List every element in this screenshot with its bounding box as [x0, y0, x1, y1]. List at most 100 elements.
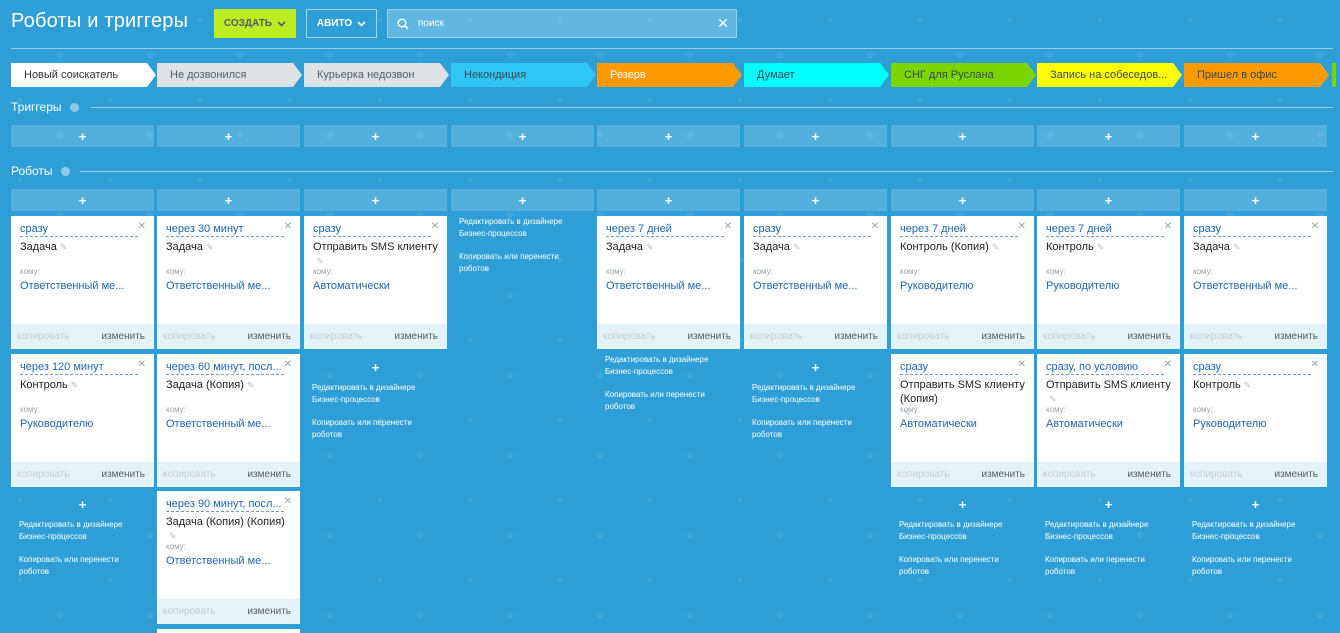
pencil-icon[interactable]: ✎: [1049, 392, 1057, 406]
help-icon[interactable]: [60, 166, 70, 176]
add-trigger-button[interactable]: +: [597, 125, 740, 147]
robot-responsible-link[interactable]: Руководителю: [900, 280, 1028, 292]
add-trigger-button[interactable]: +: [304, 125, 447, 147]
robot-delay-link[interactable]: через 90 минут, посл...: [166, 498, 284, 512]
robot-card[interactable]: ✕ через 7 дней Контроль (Копия) ✎ кому: Руков…: [891, 216, 1034, 349]
copy-robot-button[interactable]: копировать: [163, 469, 216, 480]
robot-responsible-link[interactable]: Руководителю: [1193, 418, 1321, 430]
stage-column-header[interactable]: Запись на собеседов...: [1037, 63, 1182, 87]
copy-move-robots-link[interactable]: Копировать или перенести роботов: [605, 389, 745, 413]
robot-card[interactable]: ✕ через 90 минут, посл... Задача (Копия) (…: [157, 491, 300, 624]
copy-move-robots-link[interactable]: Копировать или перенести роботов: [19, 554, 159, 578]
edit-in-designer-link[interactable]: Редактировать в дизайнере Бизнес-процесс…: [1045, 519, 1185, 543]
close-icon[interactable]: ✕: [724, 222, 732, 232]
robot-card[interactable]: ✕ сразу Задача ✎ кому: Ответственный ме... коп…: [744, 216, 887, 349]
robot-delay-link[interactable]: сразу: [1193, 361, 1311, 375]
stage-column-header[interactable]: Пришел в офис: [1184, 63, 1329, 87]
edit-robot-button[interactable]: изменить: [101, 331, 145, 342]
robot-card[interactable]: ✕ через 30 минут Задача ✎ кому: Ответственный…: [157, 216, 300, 349]
edit-robot-button[interactable]: изменить: [101, 469, 145, 480]
robot-card[interactable]: ✕ сразу Задача ✎ кому: Ответственный ме... коп…: [1184, 216, 1327, 349]
robot-responsible-link[interactable]: Ответственный ме...: [753, 280, 881, 292]
add-robot-button[interactable]: +: [891, 493, 1034, 515]
robot-delay-link[interactable]: сразу, по условию: [1046, 361, 1164, 375]
pencil-icon[interactable]: ✎: [247, 378, 255, 392]
add-trigger-button[interactable]: +: [891, 125, 1034, 147]
robot-responsible-link[interactable]: Ответственный ме...: [606, 280, 734, 292]
add-robot-button[interactable]: +: [744, 356, 887, 378]
edit-in-designer-link[interactable]: Редактировать в дизайнере Бизнес-процесс…: [19, 519, 159, 543]
edit-robot-button[interactable]: изменить: [981, 469, 1025, 480]
pencil-icon[interactable]: ✎: [1244, 378, 1252, 392]
add-robot-button[interactable]: +: [1037, 189, 1180, 211]
edit-robot-button[interactable]: изменить: [247, 469, 291, 480]
stage-column-header[interactable]: Думает: [744, 63, 889, 87]
edit-robot-button[interactable]: изменить: [1127, 469, 1171, 480]
robot-card[interactable]: ✕ через 60 минут, посл... Задача (Копия) ✎ к…: [157, 354, 300, 487]
copy-robot-button[interactable]: копировать: [163, 606, 216, 617]
close-icon[interactable]: ✕: [1164, 360, 1172, 370]
close-icon[interactable]: ✕: [1311, 360, 1319, 370]
edit-robot-button[interactable]: изменить: [981, 331, 1025, 342]
add-robot-button[interactable]: +: [304, 356, 447, 378]
edit-robot-button[interactable]: изменить: [394, 331, 438, 342]
add-robot-button[interactable]: +: [891, 189, 1034, 211]
edit-in-designer-link[interactable]: Редактировать в дизайнере Бизнес-процесс…: [752, 382, 892, 406]
copy-robot-button[interactable]: копировать: [17, 469, 70, 480]
edit-in-designer-link[interactable]: Редактировать в дизайнере Бизнес-процесс…: [1192, 519, 1332, 543]
robot-delay-link[interactable]: сразу: [1193, 223, 1311, 237]
robot-card[interactable]: ✕ через 7 дней Контроль ✎ кому: Руководителю к…: [1037, 216, 1180, 349]
pencil-icon[interactable]: ✎: [71, 378, 79, 392]
add-robot-button[interactable]: +: [744, 189, 887, 211]
copy-robot-button[interactable]: копировать: [750, 331, 803, 342]
edit-robot-button[interactable]: изменить: [687, 331, 731, 342]
edit-in-designer-link[interactable]: Редактировать в дизайнере Бизнес-процесс…: [605, 354, 745, 378]
copy-robot-button[interactable]: копировать: [163, 331, 216, 342]
robot-responsible-link[interactable]: Ответственный ме...: [1193, 280, 1321, 292]
pencil-icon[interactable]: ✎: [1233, 240, 1241, 254]
close-icon[interactable]: ✕: [284, 497, 292, 507]
copy-move-robots-link[interactable]: Копировать или перенести роботов: [1192, 554, 1332, 578]
robot-card[interactable]: ✕ сразу Отправить SMS клиенту (Копия) ✎ кому…: [891, 354, 1034, 487]
add-trigger-button[interactable]: +: [744, 125, 887, 147]
stage-column-header[interactable]: Некондиция: [451, 63, 596, 87]
robot-delay-link[interactable]: через 30 минут: [166, 223, 284, 237]
robot-delay-link[interactable]: через 7 дней: [900, 223, 1018, 237]
edit-in-designer-link[interactable]: Редактировать в дизайнере Бизнес-процесс…: [459, 216, 599, 240]
close-icon[interactable]: ✕: [1311, 222, 1319, 232]
robot-card[interactable]: ✕ через 7 дней Задача ✎ кому: Ответственный м…: [597, 216, 740, 349]
pencil-icon[interactable]: ✎: [1097, 240, 1105, 254]
copy-robot-button[interactable]: копировать: [1043, 469, 1096, 480]
add-robot-button[interactable]: +: [1037, 493, 1180, 515]
edit-robot-button[interactable]: изменить: [247, 331, 291, 342]
clear-search-icon[interactable]: ✕: [710, 15, 736, 32]
add-robot-button[interactable]: +: [597, 189, 740, 211]
close-icon[interactable]: ✕: [871, 222, 879, 232]
robot-delay-link[interactable]: сразу: [313, 223, 431, 237]
copy-robot-button[interactable]: копировать: [897, 331, 950, 342]
close-icon[interactable]: ✕: [431, 222, 439, 232]
robot-card[interactable]: ✕ сразу Отправить SMS клиенту ✎ кому: Автомат…: [304, 216, 447, 349]
copy-move-robots-link[interactable]: Копировать или перенести роботов: [752, 417, 892, 441]
robot-card[interactable]: ✕ сразу, по условию Отправить SMS клиенту ✎…: [1037, 354, 1180, 487]
copy-move-robots-link[interactable]: Копировать или перенести роботов: [312, 417, 452, 441]
robot-responsible-link[interactable]: Ответственный ме...: [166, 280, 294, 292]
add-robot-button[interactable]: +: [11, 493, 154, 515]
close-icon[interactable]: ✕: [1164, 222, 1172, 232]
close-icon[interactable]: ✕: [284, 360, 292, 370]
robot-responsible-link[interactable]: Ответственный ме...: [166, 555, 294, 567]
add-trigger-button[interactable]: +: [11, 125, 154, 147]
stage-column-header[interactable]: Курьерка недозвон: [304, 63, 449, 87]
robot-delay-link[interactable]: через 120 минут: [20, 361, 138, 375]
robot-card[interactable]: [157, 629, 300, 633]
robot-responsible-link[interactable]: Автоматически: [313, 280, 441, 292]
robot-responsible-link[interactable]: Автоматически: [900, 418, 1028, 430]
copy-robot-button[interactable]: копировать: [310, 331, 363, 342]
stage-column-header[interactable]: Новый соискатель: [11, 63, 156, 87]
help-icon[interactable]: [69, 102, 79, 112]
robot-responsible-link[interactable]: Руководителю: [1046, 280, 1174, 292]
add-robot-button[interactable]: +: [157, 189, 300, 211]
edit-in-designer-link[interactable]: Редактировать в дизайнере Бизнес-процесс…: [312, 382, 452, 406]
stage-column-header[interactable]: Не дозвонился: [157, 63, 302, 87]
copy-robot-button[interactable]: копировать: [603, 331, 656, 342]
